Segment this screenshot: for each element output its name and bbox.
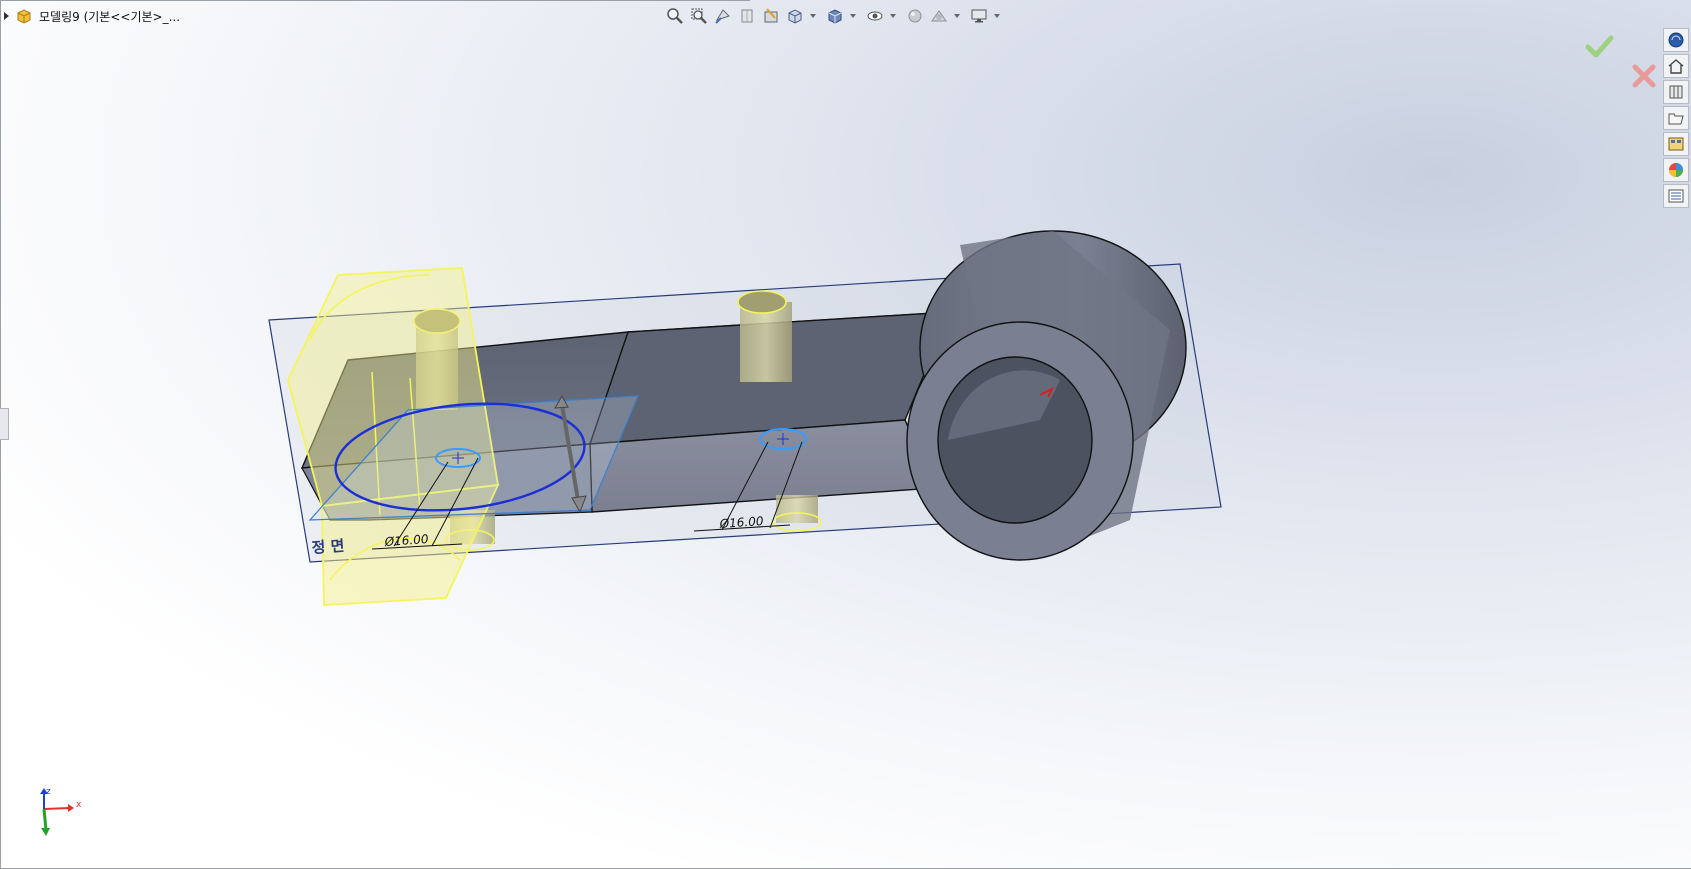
reference-triad: x z [40,787,82,836]
plane-label: 정 면 [311,537,345,557]
peg-middle[interactable] [737,290,792,382]
triad-z-label: z [46,787,51,797]
graphics-area[interactable]: Ø16.00 Ø16.00 정 면 [0,0,1691,869]
triad-x-label: x [76,800,82,810]
